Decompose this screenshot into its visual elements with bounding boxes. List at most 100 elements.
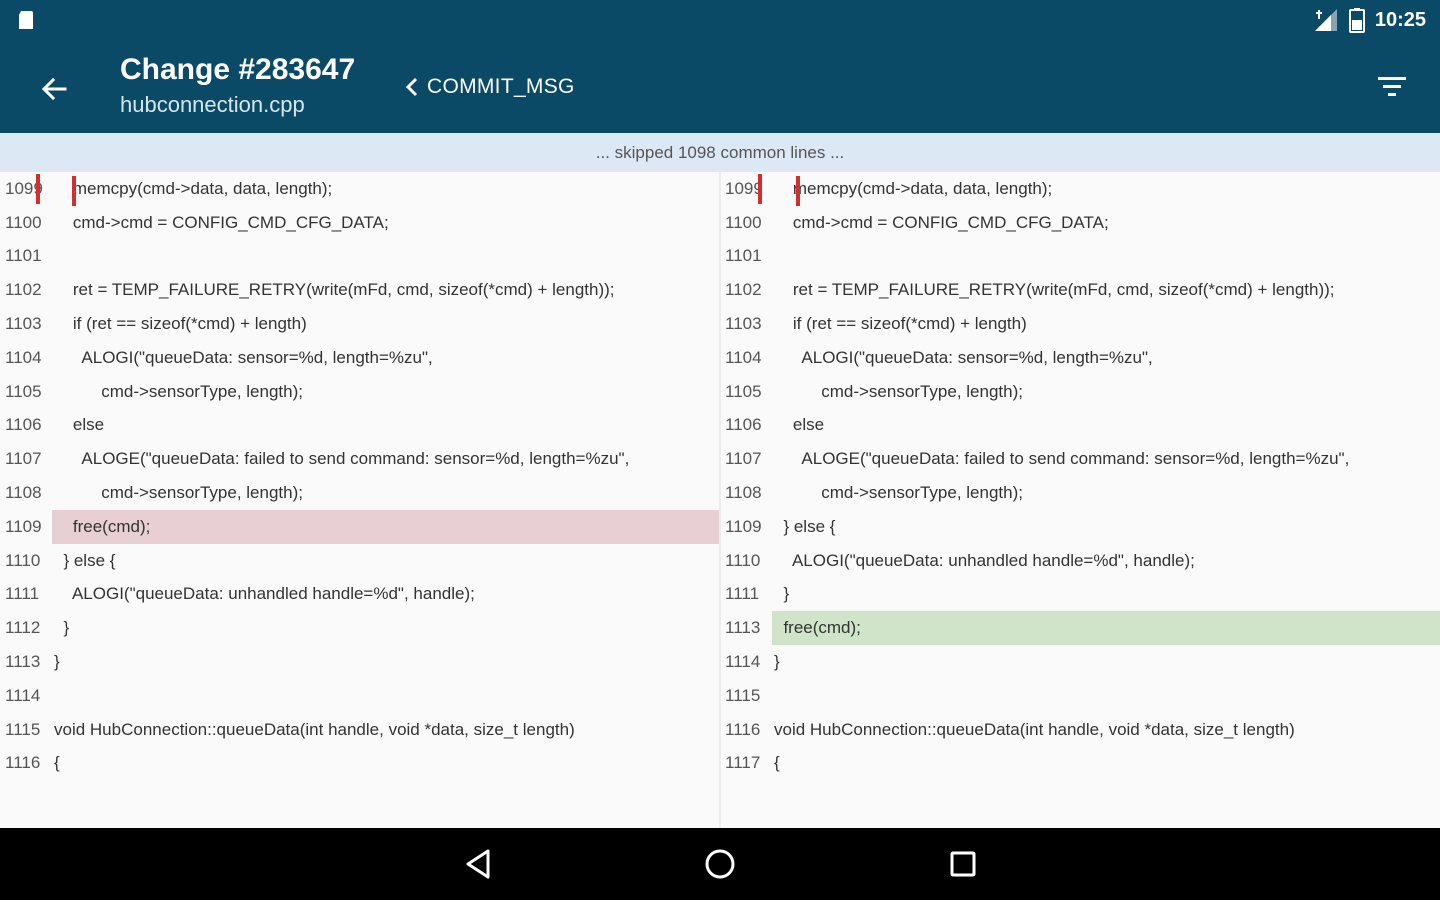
diff-line[interactable]: 1102 ret = TEMP_FAILURE_RETRY(write(mFd,… xyxy=(0,273,720,307)
line-number: 1107 xyxy=(5,449,42,469)
diff-line[interactable]: 1116 { xyxy=(0,747,720,781)
diff-line[interactable]: 1100 cmd->cmd = CONFIG_CMD_CFG_DATA; xyxy=(720,206,1440,240)
diff-line[interactable]: 1107 ALOGE("queueData: failed to send co… xyxy=(0,442,720,476)
diff-line[interactable]: 1105 cmd->sensorType, length); xyxy=(720,375,1440,409)
diff-line[interactable]: 1111 ALOGI("queueData: unhandled handle=… xyxy=(0,578,720,612)
code-text: free(cmd); xyxy=(772,611,1440,646)
line-number: 1116 xyxy=(725,719,761,739)
diff-line[interactable]: 1116 void HubConnection::queueData(int ha… xyxy=(720,713,1440,747)
code-text: { xyxy=(774,753,780,773)
line-number: 1111 xyxy=(5,584,40,604)
diff-line[interactable]: 1115 void HubConnection::queueData(int ha… xyxy=(0,713,720,747)
diff-line[interactable]: 1111 } xyxy=(720,578,1440,612)
code-text: } xyxy=(54,618,70,638)
status-bar: 10:25 xyxy=(0,0,1440,40)
diff-line[interactable]: 1109 free(cmd); xyxy=(0,509,720,544)
nav-back-button[interactable] xyxy=(450,840,506,888)
change-marker-row[interactable] xyxy=(36,174,76,206)
line-number: 1108 xyxy=(5,483,42,503)
code-text: ret = TEMP_FAILURE_RETRY(write(mFd, cmd,… xyxy=(54,280,615,300)
diff-line[interactable]: 1108 cmd->sensorType, length); xyxy=(720,476,1440,510)
diff-line[interactable]: 1115 xyxy=(720,679,1440,713)
diff-line[interactable]: 1104 ALOGI("queueData: sensor=%d, length… xyxy=(0,341,720,375)
code-text: } else { xyxy=(54,550,116,570)
diff-line[interactable]: 1113 free(cmd); xyxy=(720,611,1440,646)
diff-line[interactable]: 1100 cmd->cmd = CONFIG_CMD_CFG_DATA; xyxy=(0,206,720,240)
back-triangle-icon xyxy=(466,849,490,879)
diff-line[interactable]: 1101 xyxy=(0,240,720,274)
nav-home-button[interactable] xyxy=(692,840,748,888)
line-number: 1117 xyxy=(725,753,761,773)
change-marker xyxy=(796,176,800,206)
previous-file-button[interactable]: COMMIT_MSG xyxy=(405,70,575,104)
line-number: 1105 xyxy=(725,381,762,401)
diff-line[interactable]: 1107 ALOGE("queueData: failed to send co… xyxy=(720,442,1440,476)
line-number: 1115 xyxy=(5,719,41,739)
code-text: } xyxy=(774,652,780,672)
line-number: 1110 xyxy=(5,550,41,570)
code-text: } else { xyxy=(774,516,836,536)
line-number: 1112 xyxy=(5,618,41,638)
back-button[interactable] xyxy=(30,65,78,113)
code-text: free(cmd); xyxy=(52,509,720,544)
diff-line[interactable]: 1110 } else { xyxy=(0,544,720,578)
diff-line[interactable]: 1103 if (ret == sizeof(*cmd) + length) xyxy=(720,307,1440,341)
code-text: memcpy(cmd->data, data, length); xyxy=(54,178,333,198)
sd-card-icon xyxy=(19,11,33,29)
filter-button[interactable] xyxy=(1368,66,1416,106)
file-name: hubconnection.cpp xyxy=(120,92,305,117)
line-number: 1108 xyxy=(725,483,762,503)
code-text: ALOGI("queueData: unhandled handle=%d", … xyxy=(54,584,475,604)
line-number: 1109 xyxy=(5,516,42,536)
line-number: 1114 xyxy=(5,685,41,705)
diff-line[interactable]: 1099 memcpy(cmd->data, data, length); xyxy=(0,172,720,206)
previous-file-label: COMMIT_MSG xyxy=(427,75,575,98)
diff-line[interactable]: 1114} xyxy=(720,645,1440,679)
diff-line[interactable]: 1117 { xyxy=(720,747,1440,781)
line-number: 1099 xyxy=(725,178,763,198)
diff-line[interactable]: 1110 ALOGI("queueData: unhandled handle=… xyxy=(720,544,1440,578)
left-diff-pane: 1099 memcpy(cmd->data, data, length); 110… xyxy=(0,172,720,828)
diff-line[interactable]: 1113} xyxy=(0,645,720,679)
diff-line[interactable]: 1112 } xyxy=(0,611,720,645)
page-title: Change #283647 xyxy=(120,53,356,86)
diff-line[interactable]: 1101 xyxy=(720,240,1440,274)
line-number: 1101 xyxy=(5,246,42,266)
line-number: 1101 xyxy=(725,246,762,266)
skipped-lines-banner[interactable]: ... skipped 1098 common lines ... xyxy=(0,133,1440,172)
change-marker xyxy=(72,176,76,206)
line-number: 1106 xyxy=(5,415,42,435)
diff-line[interactable]: 1099 memcpy(cmd->data, data, length); xyxy=(720,172,1440,206)
title-block: Change #283647 hubconnection.cpp xyxy=(120,52,355,120)
line-number: 1115 xyxy=(725,685,761,705)
line-number: 1103 xyxy=(5,314,42,334)
line-number: 1105 xyxy=(5,381,42,401)
line-number: 1102 xyxy=(5,280,42,300)
change-marker-row[interactable] xyxy=(758,174,800,206)
code-text: cmd->sensorType, length); xyxy=(54,381,303,401)
line-number: 1099 xyxy=(5,178,43,198)
diff-line[interactable]: 1105 cmd->sensorType, length); xyxy=(0,375,720,409)
line-number: 1107 xyxy=(725,449,762,469)
diff-line[interactable]: 1104 ALOGI("queueData: sensor=%d, length… xyxy=(720,341,1440,375)
line-number: 1106 xyxy=(725,415,762,435)
code-text: if (ret == sizeof(*cmd) + length) xyxy=(774,314,1027,334)
diff-line[interactable]: 1109 } else { xyxy=(720,510,1440,544)
diff-line[interactable]: 1106 else xyxy=(720,409,1440,443)
diff-line[interactable]: 1102 ret = TEMP_FAILURE_RETRY(write(mFd,… xyxy=(720,273,1440,307)
right-diff-pane: 1099 memcpy(cmd->data, data, length); 110… xyxy=(720,172,1440,828)
line-number: 1113 xyxy=(725,618,761,638)
filter-icon xyxy=(1378,77,1406,96)
code-text: cmd->sensorType, length); xyxy=(54,483,303,503)
nav-recents-button[interactable] xyxy=(935,840,991,888)
diff-line[interactable]: 1108 cmd->sensorType, length); xyxy=(0,476,720,510)
code-text: ALOGI("queueData: unhandled handle=%d", … xyxy=(774,550,1195,570)
diff-line[interactable]: 1103 if (ret == sizeof(*cmd) + length) xyxy=(0,307,720,341)
diff-line[interactable]: 1106 else xyxy=(0,409,720,443)
home-circle-icon xyxy=(705,849,735,879)
diff-line[interactable]: 1114 xyxy=(0,679,720,713)
code-text: cmd->sensorType, length); xyxy=(774,381,1023,401)
